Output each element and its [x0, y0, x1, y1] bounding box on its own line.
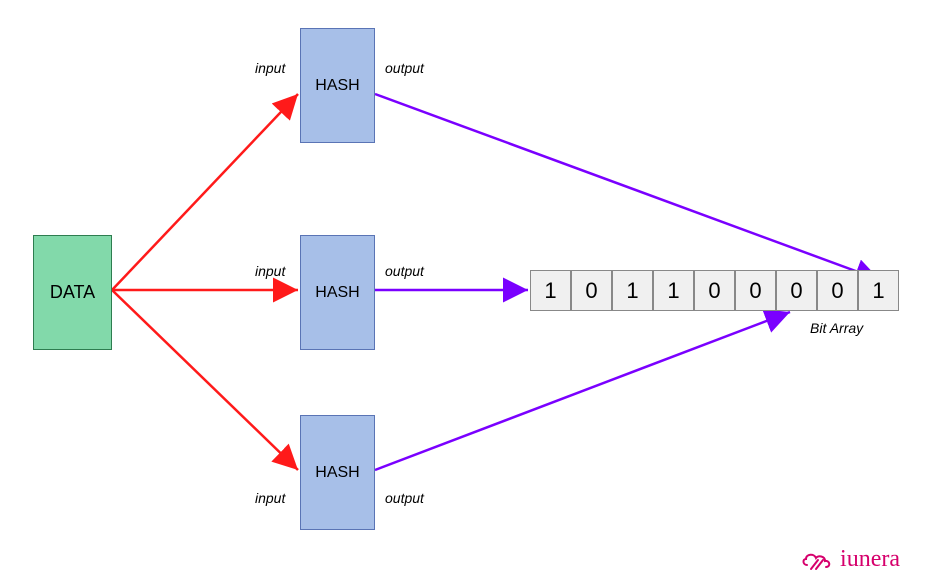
data-block: DATA [33, 235, 112, 350]
input-label-2: input [255, 263, 285, 279]
data-block-label: DATA [50, 282, 95, 303]
bit-cell-0: 1 [530, 270, 571, 311]
bit-cell-5: 0 [735, 270, 776, 311]
brand-logo: iunera [800, 546, 900, 573]
brand-name: iunera [840, 546, 900, 573]
bit-cell-3: 1 [653, 270, 694, 311]
hash-block-3: HASH [300, 415, 375, 530]
edge-data-hash3 [112, 290, 298, 470]
hash-block-1: HASH [300, 28, 375, 143]
output-label-2: output [385, 263, 424, 279]
edge-data-hash1 [112, 94, 298, 290]
output-label-3: output [385, 490, 424, 506]
bit-cell-4: 0 [694, 270, 735, 311]
hash-block-2-label: HASH [315, 284, 359, 302]
bit-array-caption: Bit Array [810, 320, 863, 336]
bit-cell-8: 1 [858, 270, 899, 311]
bit-cell-7: 0 [817, 270, 858, 311]
edge-hash3-bits [375, 312, 790, 470]
hash-block-2: HASH [300, 235, 375, 350]
hash-block-3-label: HASH [315, 464, 359, 482]
input-label-3: input [255, 490, 285, 506]
hash-block-1-label: HASH [315, 77, 359, 95]
bit-cell-2: 1 [612, 270, 653, 311]
bit-array: 1 0 1 1 0 0 0 0 1 [530, 270, 899, 311]
input-label-1: input [255, 60, 285, 76]
output-label-1: output [385, 60, 424, 76]
bit-cell-6: 0 [776, 270, 817, 311]
bit-cell-1: 0 [571, 270, 612, 311]
cloud-icon [800, 549, 834, 571]
edge-hash1-bits [375, 94, 880, 280]
